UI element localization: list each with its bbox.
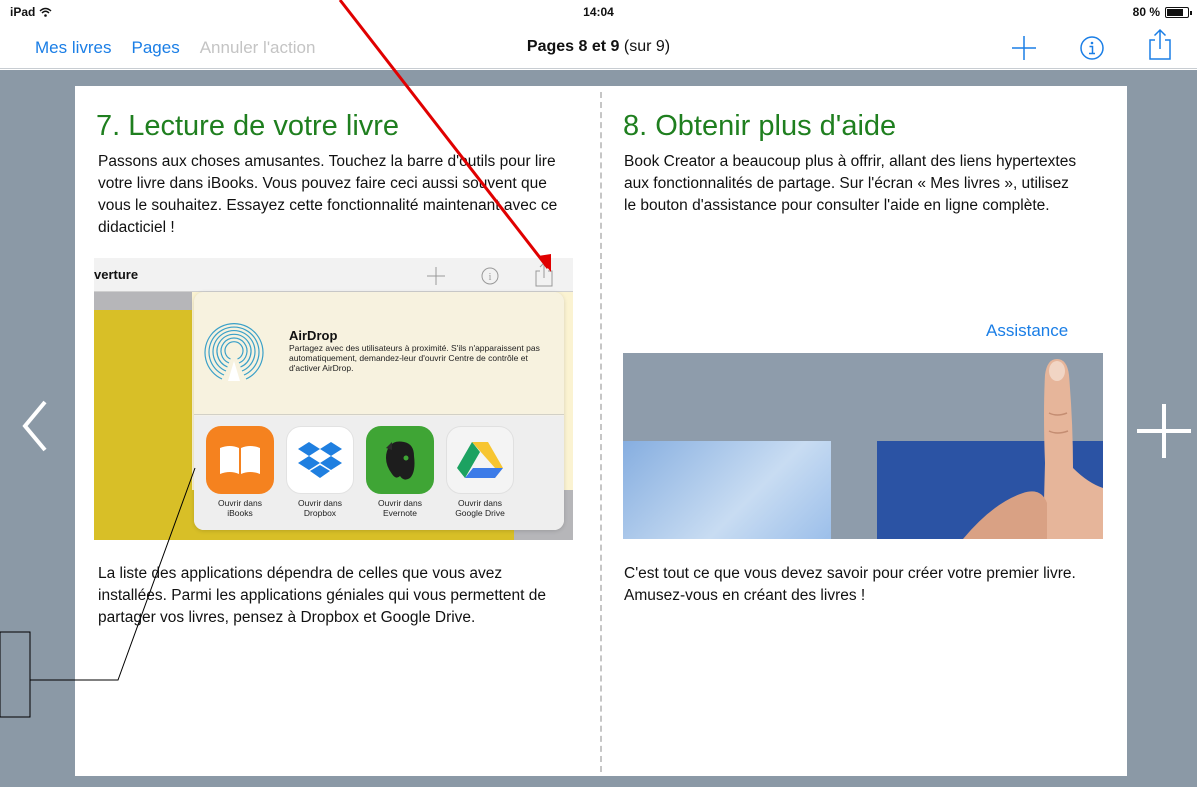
- right-page-footer: C'est tout ce que vous devez savoir pour…: [624, 565, 1076, 604]
- right-page-heading: 8. Obtenir plus d'aide: [623, 110, 897, 142]
- page-spine-divider: [600, 92, 602, 772]
- app-google-drive: Ouvrir dans Google Drive: [445, 426, 515, 530]
- status-bar: iPad 14:04 80 %: [0, 0, 1197, 26]
- add-page-icon[interactable]: [1135, 402, 1193, 460]
- share-icon: [535, 262, 553, 287]
- airdrop-icon: [204, 323, 264, 381]
- share-popover: AirDrop Partagez avec des utilisateurs à…: [194, 292, 564, 530]
- google-drive-icon: [446, 426, 514, 494]
- battery-indicator: 80 %: [1132, 5, 1192, 19]
- share-sheet-illustration: verture i AirDrop Partagez avec des util…: [94, 258, 573, 540]
- clock: 14:04: [583, 5, 614, 19]
- illustration-toolbar: verture i: [94, 258, 573, 292]
- help-link[interactable]: Assistance: [986, 321, 1068, 341]
- left-page-intro: Passons aux choses amusantes. Touchez la…: [98, 153, 558, 236]
- airdrop-description: Partagez avec des utilisateurs à proximi…: [289, 343, 540, 373]
- left-page-footer: La liste des applications dépendra de ce…: [98, 565, 547, 626]
- app-dropbox: Ouvrir dans Dropbox: [285, 426, 355, 530]
- airdrop-row: AirDrop Partagez avec des utilisateurs à…: [194, 292, 564, 415]
- battery-fill: [1167, 8, 1183, 16]
- left-page-heading: 7. Lecture de votre livre: [96, 110, 400, 142]
- app-evernote: Ouvrir dans Evernote: [365, 426, 435, 530]
- finger-icon: [963, 359, 1103, 539]
- help-finger-illustration: [623, 353, 1103, 539]
- add-icon[interactable]: [1010, 34, 1038, 62]
- app-label: Ouvrir dans Dropbox: [298, 498, 342, 518]
- svg-text:i: i: [489, 272, 492, 283]
- toolbar: Mes livres Pages Annuler l'action Pages …: [0, 26, 1197, 69]
- share-apps-row: Ouvrir dans iBooks Ouvrir dans Dropbox O…: [194, 416, 564, 530]
- app-label: Ouvrir dans Google Drive: [455, 498, 505, 518]
- battery-percent: 80 %: [1132, 5, 1160, 19]
- app-ibooks: Ouvrir dans iBooks: [205, 426, 275, 530]
- right-page-intro: Book Creator a beaucoup plus à offrir, a…: [624, 153, 1077, 214]
- share-icon[interactable]: [1146, 28, 1174, 62]
- add-icon: [427, 267, 445, 285]
- battery-icon: [1165, 6, 1192, 18]
- info-icon: i: [481, 267, 499, 285]
- book-canvas: 7. Lecture de votre livre Passons aux ch…: [0, 70, 1197, 787]
- info-icon[interactable]: [1078, 34, 1106, 62]
- ibooks-icon: [206, 426, 274, 494]
- illustration-toolbar-title: verture: [94, 267, 139, 282]
- app-label: Ouvrir dans iBooks: [218, 498, 262, 518]
- page-spread: 7. Lecture de votre livre Passons aux ch…: [75, 86, 1127, 776]
- page-title-range: Pages 8 et 9: [526, 38, 620, 55]
- sky-panel: [623, 441, 831, 539]
- airdrop-title: AirDrop: [289, 328, 338, 343]
- chevron-left-icon[interactable]: [22, 400, 48, 452]
- dropbox-icon: [286, 426, 354, 494]
- app-label: Ouvrir dans Evernote: [378, 498, 422, 518]
- page-title-total: (sur 9): [623, 38, 671, 55]
- evernote-icon: [366, 426, 434, 494]
